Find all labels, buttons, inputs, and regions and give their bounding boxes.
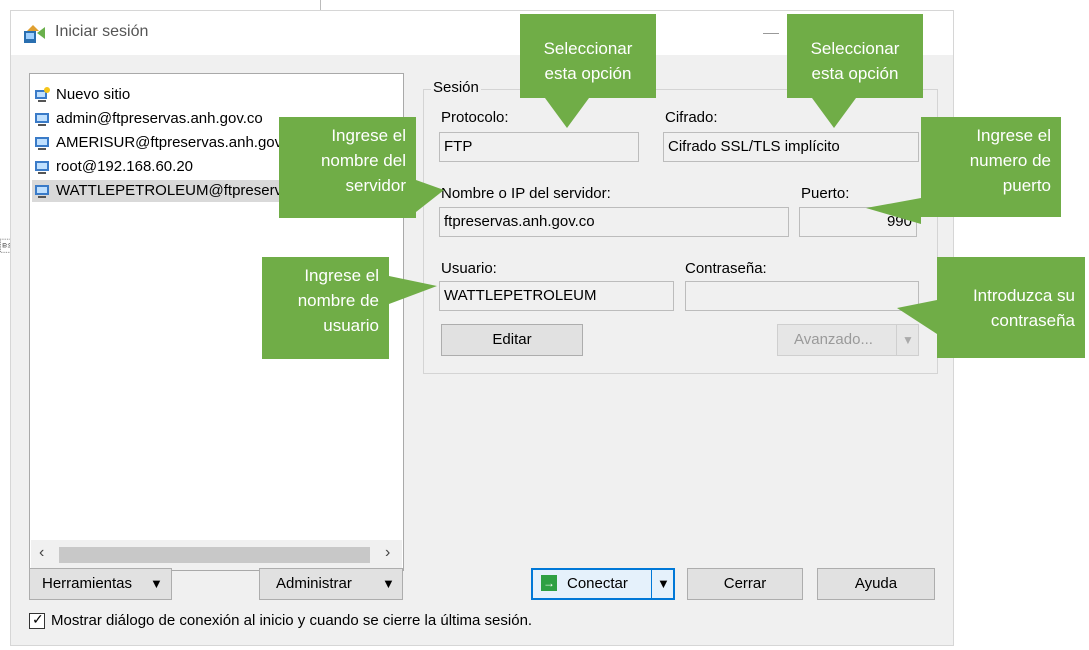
callout-user-name: Ingrese el nombre de usuario bbox=[262, 257, 389, 359]
chevron-down-icon: ▼ bbox=[150, 576, 163, 591]
tools-button[interactable]: Herramientas ▼ bbox=[29, 568, 172, 600]
computer-icon bbox=[34, 111, 50, 127]
connect-icon: → bbox=[541, 575, 557, 591]
site-tree-item-label: Nuevo sitio bbox=[56, 86, 131, 103]
callout-pointer bbox=[545, 98, 589, 128]
callout-select-encryption: Seleccionar esta opción bbox=[787, 14, 923, 98]
callout-pointer bbox=[416, 180, 444, 212]
encryption-select[interactable]: Cifrado SSL/TLS implícito bbox=[663, 132, 919, 162]
site-tree-item[interactable]: Nuevo sitio bbox=[32, 84, 403, 106]
protocol-select[interactable]: FTP bbox=[439, 132, 639, 162]
chevron-down-icon[interactable]: ▼ bbox=[657, 570, 670, 598]
manage-button[interactable]: Administrar ▼ bbox=[259, 568, 403, 600]
scroll-left-icon[interactable]: ‹ bbox=[39, 544, 44, 562]
background-divider bbox=[320, 0, 321, 10]
user-input[interactable]: WATTLEPETROLEUM bbox=[439, 281, 674, 311]
scroll-right-icon[interactable]: › bbox=[385, 544, 390, 562]
chevron-down-icon: ▼ bbox=[382, 576, 395, 591]
advanced-button-label: Avanzado... bbox=[794, 331, 873, 348]
callout-text: Ingrese el nombre del servidor bbox=[320, 126, 406, 195]
split-divider bbox=[651, 570, 652, 598]
help-button[interactable]: Ayuda bbox=[817, 568, 935, 600]
connect-button[interactable]: → Conectar ▼ bbox=[531, 568, 675, 600]
user-label: Usuario: bbox=[441, 260, 497, 277]
protocol-label: Protocolo: bbox=[441, 109, 509, 126]
callout-text: Introduzca su contraseña bbox=[972, 286, 1075, 330]
winscp-app-icon bbox=[24, 25, 45, 43]
encryption-label: Cifrado: bbox=[665, 109, 718, 126]
callout-pointer bbox=[866, 198, 921, 224]
computer-icon bbox=[34, 135, 50, 151]
window-title: Iniciar sesión bbox=[55, 23, 149, 40]
computer-icon bbox=[34, 183, 50, 199]
callout-server-name: Ingrese el nombre del servidor bbox=[279, 117, 416, 218]
callout-password: Introduzca su contraseña bbox=[937, 257, 1085, 358]
port-label: Puerto: bbox=[801, 185, 850, 202]
session-group-label: Sesión bbox=[431, 79, 481, 96]
password-label: Contraseña: bbox=[685, 260, 767, 277]
callout-pointer bbox=[812, 98, 856, 128]
computer-icon bbox=[34, 159, 50, 175]
edit-button[interactable]: Editar bbox=[441, 324, 583, 356]
site-tree-item-label: admin@ftpreservas.anh.gov.co bbox=[56, 110, 263, 127]
site-tree-item-label: root@192.168.60.20 bbox=[56, 158, 193, 175]
new-site-icon bbox=[34, 87, 50, 103]
show-dialog-checkbox[interactable]: ✓ bbox=[29, 611, 45, 629]
callout-text: Seleccionar esta opción bbox=[810, 39, 900, 83]
tools-button-label: Herramientas bbox=[42, 575, 133, 592]
callout-text: Seleccionar esta opción bbox=[543, 39, 633, 83]
site-tree-item-label: AMERISUR@ftpreservas.anh.gov.co bbox=[56, 134, 302, 151]
callout-pointer bbox=[389, 276, 437, 304]
connect-button-label: Conectar bbox=[567, 575, 628, 592]
host-label: Nombre o IP del servidor: bbox=[441, 185, 611, 202]
show-dialog-checkbox-label[interactable]: Mostrar diálogo de conexión al inicio y … bbox=[51, 612, 532, 629]
callout-text: Ingrese el numero de puerto bbox=[969, 126, 1051, 195]
checkmark-icon: ✓ bbox=[32, 611, 44, 627]
callout-pointer bbox=[897, 300, 937, 334]
password-input[interactable] bbox=[685, 281, 919, 311]
manage-button-label: Administrar bbox=[276, 575, 352, 592]
callout-text: Ingrese el nombre de usuario bbox=[297, 266, 379, 335]
scrollbar-thumb[interactable] bbox=[59, 547, 370, 563]
callout-select-protocol: Seleccionar esta opción bbox=[520, 14, 656, 98]
close-button[interactable]: Cerrar bbox=[687, 568, 803, 600]
host-input[interactable]: ftpreservas.anh.gov.co bbox=[439, 207, 789, 237]
horizontal-scrollbar[interactable]: ‹ › bbox=[31, 540, 402, 570]
callout-port-number: Ingrese el numero de puerto bbox=[921, 117, 1061, 217]
minimize-button[interactable] bbox=[763, 33, 779, 34]
